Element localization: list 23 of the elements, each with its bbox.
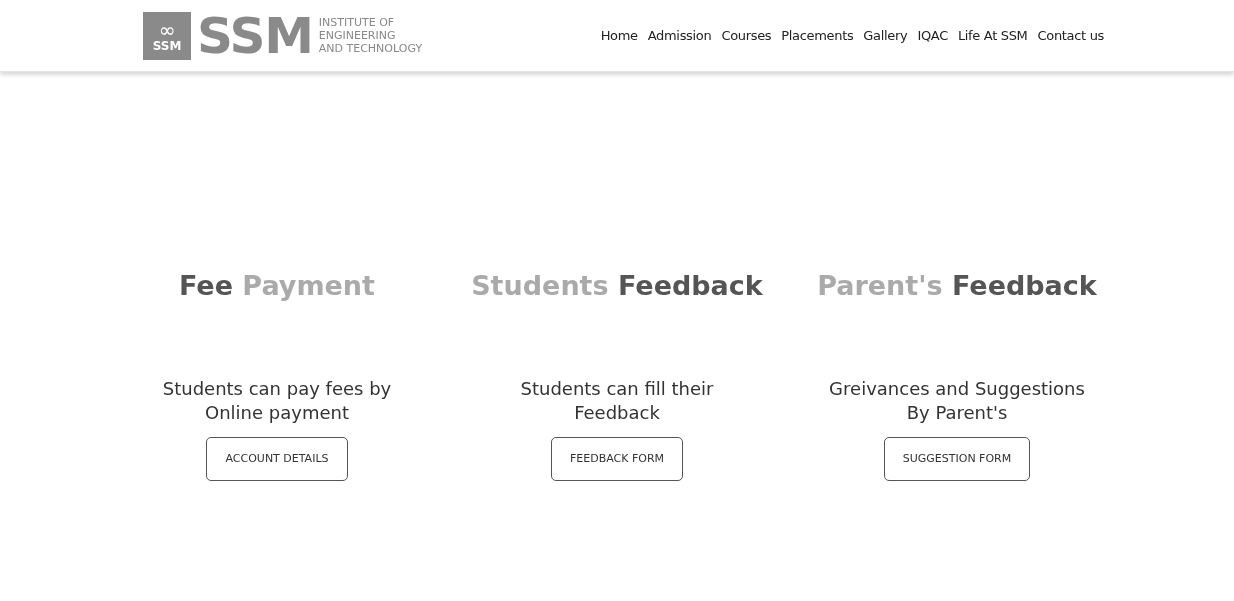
nav-link[interactable]: Admission: [647, 25, 712, 46]
nav-link[interactable]: Contact us: [1037, 25, 1104, 46]
logo-tagline: INSTITUTE OF: [318, 16, 396, 29]
badge-text: SSM: [152, 39, 182, 52]
infinity-icon: ∞: [158, 19, 176, 40]
card-description: Greivances and Suggestions By Parent's: [829, 377, 1085, 425]
nav-link[interactable]: Home: [600, 25, 638, 46]
card-description: Students can pay fees by Online payment: [162, 377, 392, 425]
logo-wordmark: SSM: [197, 10, 313, 61]
form-button[interactable]: ACCOUNT DETAILS: [206, 437, 348, 481]
nav-link[interactable]: Life At SSM: [957, 25, 1028, 46]
form-button[interactable]: SUGGESTION FORM: [883, 437, 1031, 481]
nav-link[interactable]: IQAC: [917, 25, 948, 46]
form-button[interactable]: FEEDBACK FORM: [550, 437, 684, 481]
nav-link[interactable]: Gallery: [863, 25, 908, 46]
card-heading: Fee Payment: [179, 272, 375, 299]
logo-tagline: AND TECHNOLOGY: [318, 42, 423, 55]
card-description: Students can fill their Feedback: [520, 377, 714, 425]
card-heading: Students Feedback: [471, 272, 763, 299]
card-heading: Parent's Feedback: [817, 272, 1097, 299]
nav-link[interactable]: Courses: [721, 25, 772, 46]
logo-tagline: ENGINEERING: [318, 29, 397, 42]
nav-link[interactable]: Placements: [781, 25, 854, 46]
